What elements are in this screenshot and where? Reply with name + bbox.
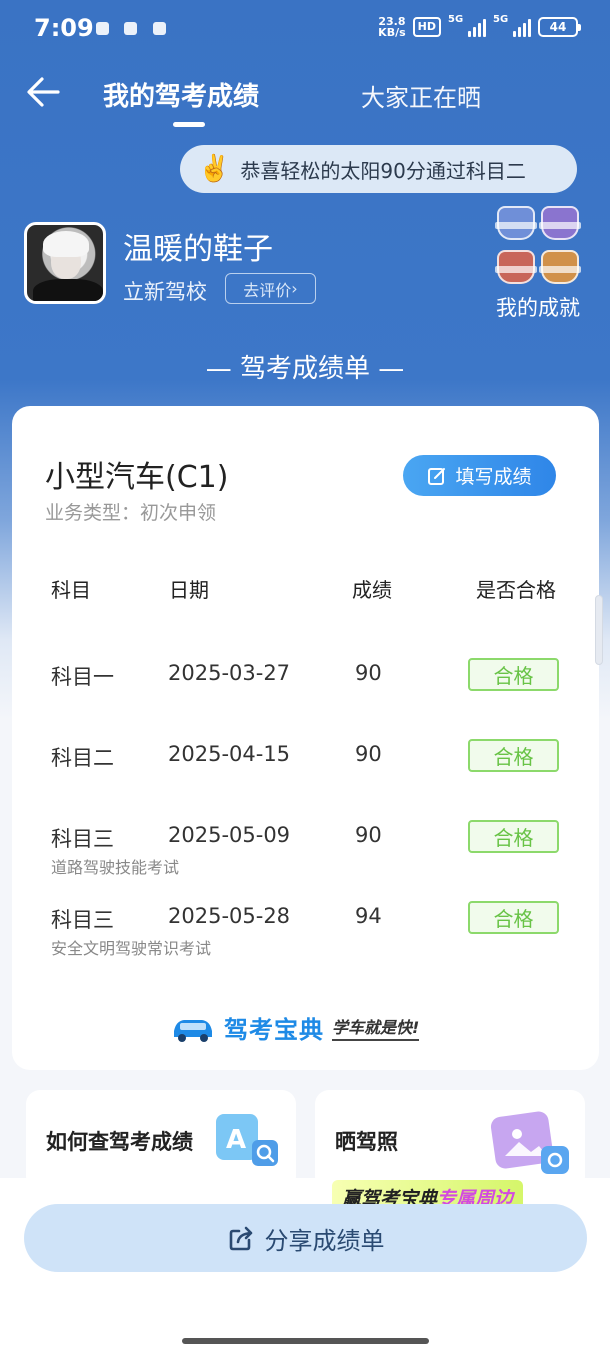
congrats-text: 恭喜轻松的太阳90分通过科目二 — [240, 158, 526, 183]
table-row-subject: 科目三 — [51, 908, 114, 932]
badge-icon — [495, 206, 537, 240]
table-row-date: 2025-05-09 — [168, 823, 291, 847]
badge-icon — [495, 250, 537, 284]
tile-title: 如何查驾考成绩 — [46, 1130, 193, 1154]
victory-hand-icon: ✌️ — [198, 154, 231, 184]
score-card: 小型汽车(C1) 业务类型：初次申领 填写成绩 科目 日期 成绩 是否合格 科目… — [12, 406, 599, 1070]
table-row-score: 90 — [355, 661, 382, 685]
table-row-subject: 科目二 — [51, 746, 114, 770]
notification-icon — [96, 22, 109, 35]
share-scorecard-button[interactable]: 分享成绩单 — [24, 1204, 587, 1272]
pass-badge: 合格 — [468, 901, 559, 934]
check-scores-tile[interactable]: 如何查驾考成绩 A — [26, 1090, 296, 1190]
tab-everyone-sharing[interactable]: 大家正在晒 — [361, 78, 481, 113]
avatar[interactable] — [24, 222, 106, 304]
badge-icon — [539, 206, 581, 240]
header-date: 日期 — [169, 578, 209, 602]
table-row-score: 90 — [355, 823, 382, 847]
tile-title: 晒驾照 — [335, 1130, 398, 1154]
pass-badge: 合格 — [468, 820, 559, 853]
business-type: 业务类型：初次申领 — [45, 502, 217, 524]
badge-icon — [539, 250, 581, 284]
home-indicator[interactable] — [182, 1338, 429, 1344]
table-row-subject: 科目三 — [51, 827, 114, 851]
share-license-tile[interactable]: 晒驾照 — [315, 1090, 585, 1190]
car-logo-icon — [174, 1019, 212, 1042]
user-name: 温暖的鞋子 — [123, 232, 273, 267]
brand-name: 驾考宝典 — [224, 1016, 324, 1044]
tab-indicator — [173, 122, 205, 127]
pass-badge: 合格 — [468, 658, 559, 691]
chevron-right-icon: › — [291, 279, 298, 298]
network-speed: 23.8 KB/s — [378, 15, 406, 39]
header-subject: 科目 — [51, 578, 91, 602]
back-arrow-icon[interactable] — [24, 74, 64, 110]
pass-badge: 合格 — [468, 739, 559, 772]
notification-icon — [124, 22, 137, 35]
header-passed: 是否合格 — [476, 578, 556, 602]
fill-score-button[interactable]: 填写成绩 — [403, 455, 556, 496]
hd-icon: HD — [412, 17, 441, 37]
table-row-note: 道路驾驶技能考试 — [51, 858, 180, 877]
driving-school-name: 立新驾校 — [123, 280, 207, 304]
table-row-score: 94 — [355, 904, 382, 928]
table-row-date: 2025-05-28 — [168, 904, 291, 928]
signal-icon: 5G — [493, 14, 531, 37]
brand-slogan: 学车就是快! — [332, 1014, 420, 1041]
table-row-score: 90 — [355, 742, 382, 766]
notification-icon — [153, 22, 166, 35]
achievement-badges[interactable] — [495, 206, 581, 290]
brand-logo: 驾考宝典 学车就是快! — [170, 1010, 420, 1045]
search-document-icon: A — [216, 1114, 278, 1166]
share-icon — [229, 1226, 252, 1251]
photo-camera-icon — [490, 1111, 569, 1174]
scrollbar[interactable] — [595, 595, 603, 665]
license-type: 小型汽车(C1) — [45, 460, 229, 495]
status-time: 7:09 — [34, 14, 94, 42]
tab-my-scores[interactable]: 我的驾考成绩 — [103, 76, 259, 113]
rate-school-button[interactable]: 去评价 › — [225, 273, 316, 304]
battery-icon: 44 — [538, 17, 581, 37]
svg-text:A: A — [226, 1125, 246, 1155]
header-score: 成绩 — [352, 578, 392, 602]
table-row-note: 安全文明驾驶常识考试 — [51, 939, 212, 958]
signal-icon: 5G — [448, 14, 486, 37]
my-achievements-label[interactable]: 我的成就 — [496, 292, 580, 322]
edit-icon — [428, 467, 446, 485]
table-row-subject: 科目一 — [51, 665, 114, 689]
table-row-date: 2025-03-27 — [168, 661, 291, 685]
congrats-banner: ✌️ 恭喜轻松的太阳90分通过科目二 — [180, 145, 577, 193]
table-row-date: 2025-04-15 — [168, 742, 291, 766]
section-title: — 驾考成绩单 — — [205, 354, 405, 384]
status-bar: 7:09 23.8 KB/s HD 5G 5G 44 — [0, 0, 610, 58]
